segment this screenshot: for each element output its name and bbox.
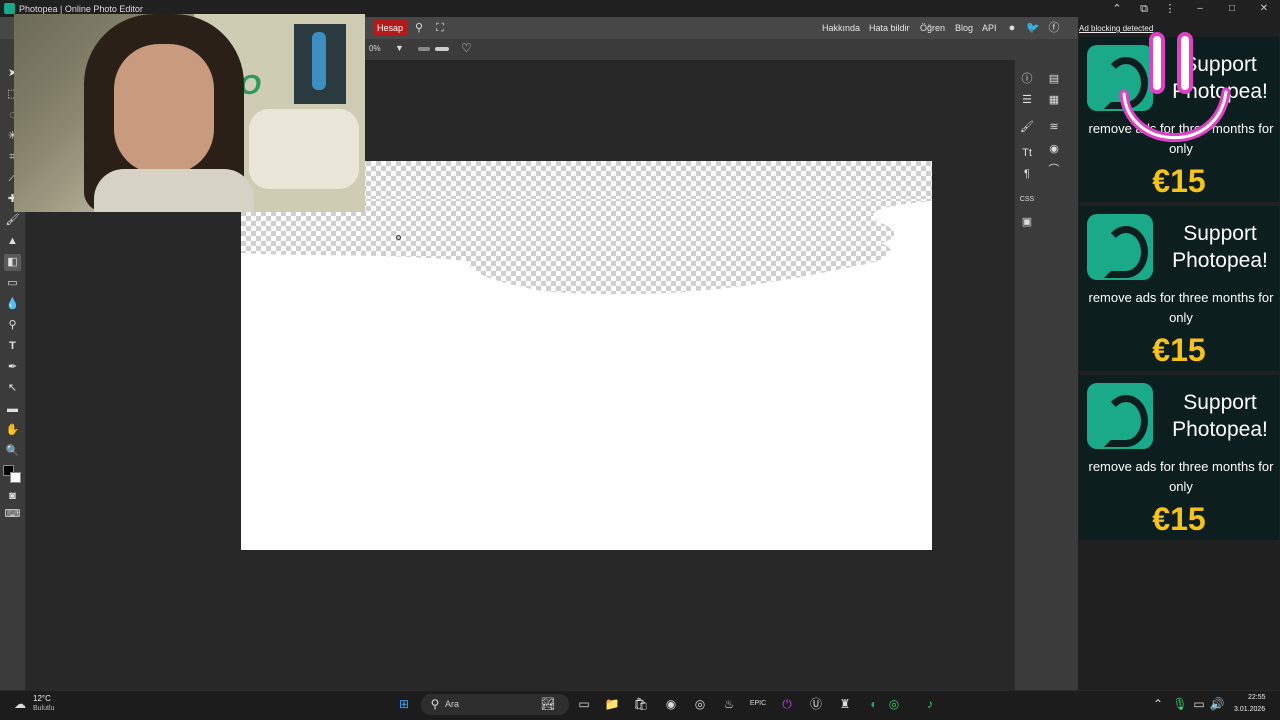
webcam-overlay: KO: [14, 14, 365, 212]
blur-tool-icon[interactable]: 💧: [4, 296, 21, 313]
background-color-swatch[interactable]: [10, 472, 21, 483]
document-canvas[interactable]: [241, 161, 932, 550]
character-icon[interactable]: Tt: [1018, 144, 1036, 162]
window-title: Photopea | Online Photo Editor: [19, 3, 143, 14]
opacity-value[interactable]: 0%: [369, 44, 381, 53]
account-button[interactable]: Hesap: [373, 20, 408, 36]
unreal-engine-icon[interactable]: Ⓤ: [806, 694, 826, 714]
chrome-icon[interactable]: ◉: [661, 694, 681, 714]
ad-title: Support Photopea!: [1172, 391, 1268, 441]
steam-icon[interactable]: ♨: [719, 694, 739, 714]
gradient-tool-icon[interactable]: ▭: [4, 275, 21, 292]
search-highlight-icon[interactable]: 🏞: [538, 694, 558, 714]
weather-description[interactable]: Bulutlu: [33, 705, 54, 712]
history-icon[interactable]: ▤: [1045, 70, 1063, 88]
chevron-down-icon[interactable]: ▼: [395, 43, 404, 53]
brush-cursor: [396, 235, 401, 240]
chevron-up-icon[interactable]: ⌃: [1109, 1, 1125, 17]
right-panel-icons: ⓘ ▤ ☰ ▦ 🖌 ≋ Tt ◉ ¶ ⌒ CSS ▣: [1015, 60, 1078, 690]
maximize-button[interactable]: □: [1216, 0, 1248, 17]
photopea-taskbar-icon[interactable]: ◐: [864, 694, 884, 714]
ad-text: remove ads for three months for only: [1088, 290, 1274, 325]
quick-mask-icon[interactable]: ◙: [4, 488, 21, 505]
store-icon[interactable]: 🛍: [631, 694, 651, 714]
chevron-up-icon[interactable]: ⌃: [1148, 694, 1168, 714]
facebook-icon[interactable]: ⓕ: [1046, 20, 1062, 36]
menu-link-learn[interactable]: Öğren: [920, 21, 945, 35]
info-icon[interactable]: ⓘ: [1018, 70, 1036, 88]
network-icon[interactable]: ▭: [1189, 694, 1209, 714]
photopea-logo-icon: [1087, 383, 1153, 449]
clock-date[interactable]: 3.01.2026: [1234, 706, 1265, 713]
menu-link-api[interactable]: API: [982, 21, 997, 35]
search-icon: ⚲: [430, 697, 440, 711]
css-panel-button[interactable]: CSS: [1018, 191, 1036, 209]
eraser-strokes: [241, 199, 932, 295]
photopea-logo-icon: [1087, 214, 1153, 280]
photopea-favicon-icon: [4, 3, 15, 14]
ad-title: Support Photopea!: [1172, 222, 1268, 272]
reddit-icon[interactable]: ●: [1004, 20, 1020, 36]
parrot-poster: [294, 24, 346, 104]
volume-icon[interactable]: 🔊: [1207, 694, 1227, 714]
obs-icon[interactable]: ◎: [690, 694, 710, 714]
dodge-tool-icon[interactable]: ⚲: [4, 317, 21, 334]
ad-text: remove ads for three months for only: [1088, 459, 1274, 494]
streamer-face: [114, 44, 214, 174]
image-panel-icon[interactable]: ▣: [1018, 213, 1036, 231]
instagram-icon[interactable]: ◎: [884, 694, 904, 714]
weather-temperature[interactable]: 12°C: [33, 694, 51, 703]
type-tool-icon[interactable]: T: [4, 338, 21, 355]
zoom-tool-icon[interactable]: 🔍: [4, 443, 21, 460]
menu-link-blog[interactable]: Blog: [955, 21, 973, 35]
smiley-overlay-icon: [1119, 32, 1231, 143]
path-select-tool-icon[interactable]: ↖: [4, 380, 21, 397]
swatches-icon[interactable]: ▦: [1045, 91, 1063, 109]
brush-tool-icon[interactable]: 🖌: [4, 212, 21, 229]
more-menu-icon[interactable]: ⋮: [1162, 1, 1178, 17]
menu-link-about[interactable]: Hakkında: [822, 21, 860, 35]
keyboard-icon[interactable]: ⌨: [4, 506, 21, 523]
rectangle-tool-icon[interactable]: ▬: [4, 401, 21, 418]
ad-price: €15: [1152, 501, 1206, 537]
eraser-tool-icon[interactable]: ◧: [4, 254, 21, 271]
microphone-icon[interactable]: 🎙: [1170, 694, 1190, 714]
extensions-icon[interactable]: ⧉: [1136, 1, 1152, 17]
fullscreen-icon[interactable]: ⛶: [432, 20, 448, 36]
window-controls: – □ ✕: [1184, 0, 1280, 17]
ad-card[interactable]: Support Photopea! remove ads for three m…: [1079, 206, 1279, 371]
brush-shape-icon[interactable]: [418, 47, 430, 51]
layers-icon[interactable]: ≋: [1045, 118, 1063, 136]
clone-stamp-tool-icon[interactable]: ▲: [4, 233, 21, 250]
app-icon[interactable]: ⏻: [777, 694, 797, 714]
tiktok-icon[interactable]: ♪: [920, 694, 940, 714]
menu-link-report-bug[interactable]: Hata bildir: [869, 21, 910, 35]
file-explorer-icon[interactable]: 📁: [602, 694, 622, 714]
adjustments-icon[interactable]: ☰: [1018, 91, 1036, 109]
heart-icon[interactable]: ♡: [461, 41, 472, 55]
channels-icon[interactable]: ◉: [1045, 140, 1063, 158]
clock-time[interactable]: 22:55: [1248, 694, 1266, 701]
brush-hardness-icon[interactable]: [435, 47, 449, 51]
task-view-icon[interactable]: ▭: [574, 694, 594, 714]
paragraph-icon[interactable]: ¶: [1018, 165, 1036, 183]
weather-icon[interactable]: ☁: [10, 694, 30, 714]
ad-card[interactable]: Support Photopea! remove ads for three m…: [1079, 375, 1279, 540]
minimize-button[interactable]: –: [1184, 0, 1216, 17]
close-button[interactable]: ✕: [1248, 0, 1280, 17]
brush-panel-icon[interactable]: 🖌: [1018, 118, 1036, 136]
epic-games-icon[interactable]: EPIC: [748, 694, 768, 714]
paths-icon[interactable]: ⌒: [1045, 161, 1063, 179]
ad-price: €15: [1152, 332, 1206, 368]
search-icon[interactable]: ⚲: [411, 20, 427, 36]
pen-tool-icon[interactable]: ✒: [4, 359, 21, 376]
twitter-icon[interactable]: 🐦: [1025, 20, 1041, 36]
ad-price: €15: [1152, 163, 1206, 199]
hand-tool-icon[interactable]: ✋: [4, 422, 21, 439]
windows-start-icon[interactable]: ⊞: [394, 694, 414, 714]
game-icon[interactable]: ♜: [835, 694, 855, 714]
